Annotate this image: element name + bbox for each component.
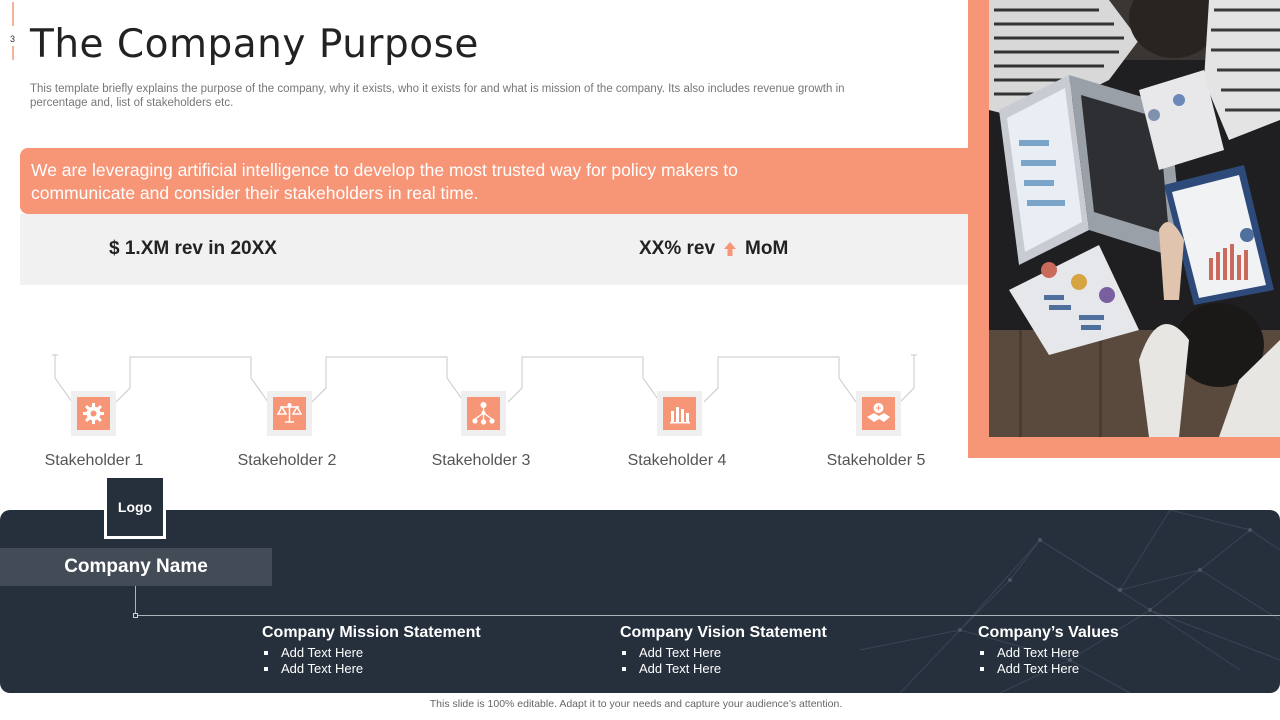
revenue-amount: $ 1.XM rev in 20XX [109, 238, 277, 259]
mission-item: Add Text Here [262, 661, 481, 677]
stakeholder-5-tile [856, 391, 901, 436]
stakeholder-1-label: Stakeholder 1 [44, 452, 144, 469]
page-title: The Company Purpose [30, 22, 479, 67]
logo-placeholder: Logo [104, 478, 166, 539]
vision-item: Add Text Here [620, 661, 827, 677]
page-subtitle: This template briefly explains the purpo… [30, 83, 845, 109]
stakeholder-timeline: Stakeholder 1 Stakeholder 2 Stakeholder … [0, 340, 960, 480]
banner-text: We are leveraging artificial intelligenc… [31, 160, 738, 203]
stakeholder-3-label: Stakeholder 3 [431, 452, 531, 469]
slide-number-bar-bottom [12, 46, 14, 60]
stakeholder-4-tile [657, 391, 702, 436]
stakeholder-1-tile [71, 391, 116, 436]
bar-chart-icon [670, 407, 690, 424]
stakeholder-3-tile [461, 391, 506, 436]
stakeholder-2-label: Stakeholder 2 [237, 452, 337, 469]
gear-icon [83, 403, 104, 424]
values-item: Add Text Here [978, 645, 1119, 661]
stakeholder-2-tile [267, 391, 312, 436]
company-name: Company Name [0, 548, 272, 586]
vision-item: Add Text Here [620, 645, 827, 661]
slide-number: 3 [10, 34, 16, 44]
arrow-up-icon [724, 242, 737, 256]
values-title: Company’s Values [978, 624, 1119, 641]
slide-number-bar-top [12, 2, 14, 26]
scales-icon [276, 403, 303, 423]
mission-title: Company Mission Statement [262, 624, 481, 641]
connector-node [133, 613, 138, 618]
business-meeting-photo [989, 0, 1280, 437]
vision-column: Company Vision Statement Add Text Here A… [620, 624, 827, 677]
values-column: Company’s Values Add Text Here Add Text … [978, 624, 1119, 677]
mission-item: Add Text Here [262, 645, 481, 661]
handshake-icon [867, 403, 890, 422]
vision-title: Company Vision Statement [620, 624, 827, 641]
revenue-growth-suffix: MoM [745, 238, 789, 259]
connector-line-vertical [135, 586, 136, 615]
stakeholder-5-label: Stakeholder 5 [826, 452, 926, 469]
mission-column: Company Mission Statement Add Text Here … [262, 624, 481, 677]
network-icon [472, 402, 495, 425]
revenue-growth: XX% rev MoM [639, 238, 788, 260]
mission-banner: We are leveraging artificial intelligenc… [20, 148, 970, 214]
revenue-growth-prefix: XX% rev [639, 238, 716, 259]
connector-line-horizontal [135, 615, 1280, 616]
footnote: This slide is 100% editable. Adapt it to… [429, 698, 843, 710]
stakeholder-4-label: Stakeholder 4 [627, 452, 727, 469]
revenue-box: $ 1.XM rev in 20XX XX% rev MoM [20, 214, 968, 285]
values-item: Add Text Here [978, 661, 1119, 677]
